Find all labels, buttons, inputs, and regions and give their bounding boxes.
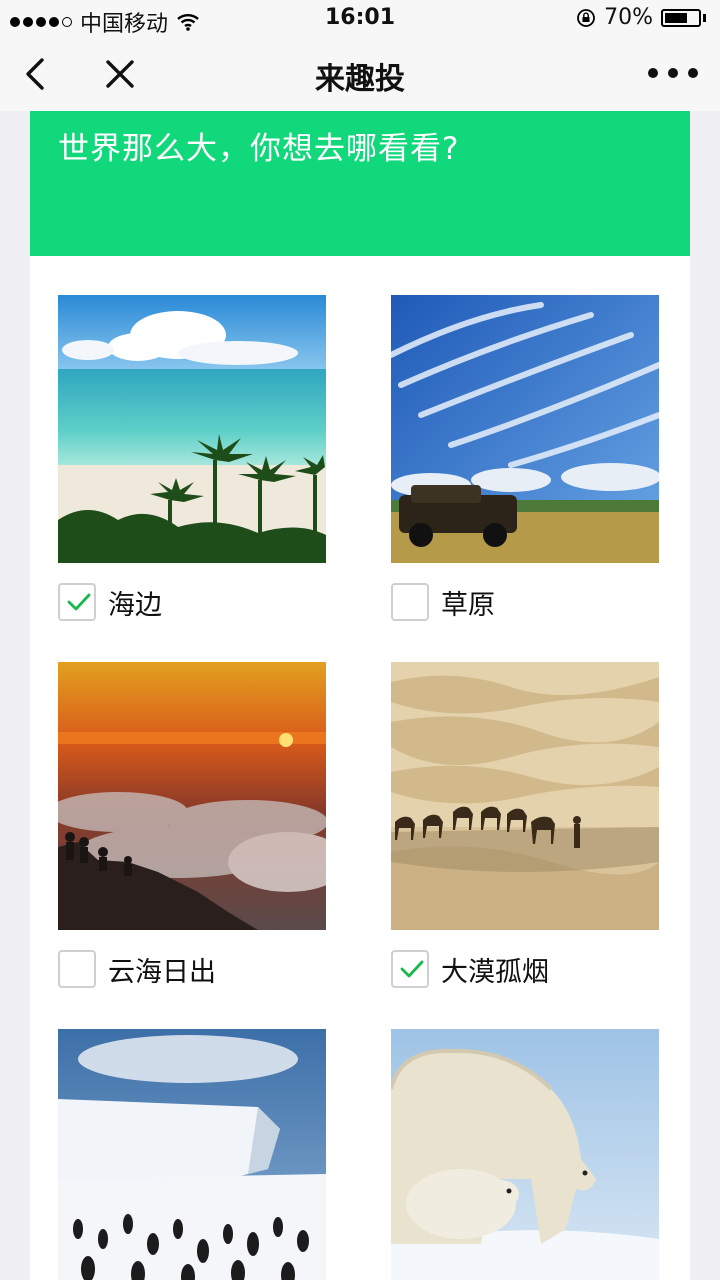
option-label: 草原 (441, 589, 495, 621)
more-dots-icon[interactable] (648, 56, 698, 90)
checkmark-icon (400, 960, 424, 978)
chevron-left-icon[interactable] (18, 54, 58, 94)
cloud-sunrise-photo[interactable] (58, 662, 326, 930)
rotation-lock-icon (577, 8, 595, 27)
checkbox-desert[interactable] (391, 950, 429, 988)
battery-percent: 70% (604, 5, 653, 30)
seaside-photo[interactable] (58, 295, 326, 563)
option-row-grassland[interactable]: 草原 (391, 580, 495, 624)
option-label: 大漠孤烟 (441, 956, 549, 988)
status-right: 70% (576, 5, 706, 30)
option-polar[interactable] (391, 1029, 659, 1280)
status-bar: 中国移动 16:01 70% (0, 0, 720, 37)
option-label: 海边 (108, 589, 162, 621)
antarctic-photo[interactable] (58, 1029, 326, 1280)
option-grassland[interactable]: 草原 (391, 295, 659, 621)
checkmark-icon (67, 593, 91, 611)
question-text: 世界那么大，你想去哪看看? (58, 131, 460, 167)
survey-card: 世界那么大，你想去哪看看? 海边 草原 云海日出 大漠孤烟 (30, 111, 690, 1280)
nav-bar: 来趣投 (0, 36, 720, 111)
grassland-photo[interactable] (391, 295, 659, 563)
option-seaside[interactable]: 海边 (58, 295, 326, 621)
option-antarctic[interactable] (58, 1029, 326, 1280)
polar-bear-photo[interactable] (391, 1029, 659, 1280)
option-row-seaside[interactable]: 海边 (58, 580, 162, 624)
battery-tip (703, 13, 706, 22)
battery-level-fill (665, 12, 687, 23)
close-icon[interactable] (98, 54, 142, 94)
option-desert[interactable]: 大漠孤烟 (391, 662, 659, 988)
option-row-desert[interactable]: 大漠孤烟 (391, 947, 549, 991)
checkbox-seaside[interactable] (58, 583, 96, 621)
checkbox-grassland[interactable] (391, 583, 429, 621)
desert-photo[interactable] (391, 662, 659, 930)
battery-icon (661, 8, 701, 27)
checkbox-cloud-sunrise[interactable] (58, 950, 96, 988)
question-header: 世界那么大，你想去哪看看? (30, 111, 690, 256)
option-row-cloud-sunrise[interactable]: 云海日出 (58, 947, 216, 991)
option-cloud-sunrise[interactable]: 云海日出 (58, 662, 326, 988)
option-label: 云海日出 (108, 956, 216, 988)
